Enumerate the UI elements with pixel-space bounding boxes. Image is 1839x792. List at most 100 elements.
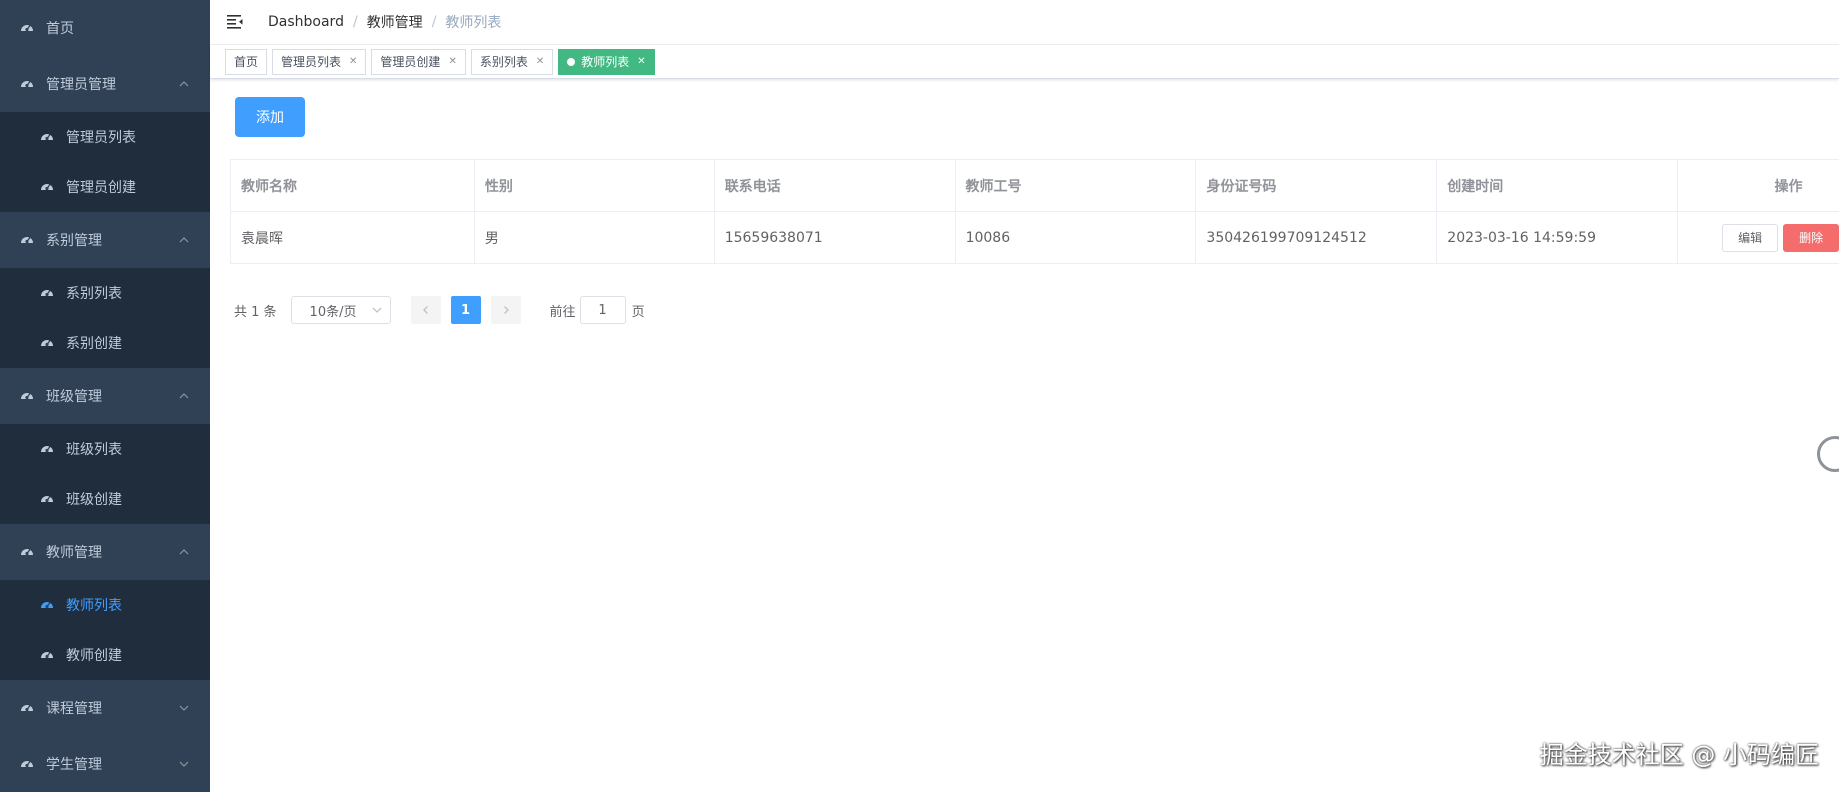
navbar: Dashboard / 教师管理 / 教师列表 [210, 0, 1839, 45]
teacher-table: 教师名称 性别 联系电话 教师工号 身份证号码 创建时间 操作 袁晨晖 男 15… [230, 159, 1839, 264]
watermark: 掘金技术社区 @ 小码编匠 [1539, 741, 1819, 769]
chevron-up-icon [179, 237, 189, 243]
dashboard-icon [21, 393, 33, 400]
chevron-up-icon [179, 81, 189, 87]
submenu-item-6[interactable]: 系别创建 [0, 318, 210, 368]
edit-button[interactable]: 编辑 [1722, 223, 1779, 252]
table-header: 教师名称 性别 联系电话 教师工号 身份证号码 创建时间 操作 [231, 160, 1839, 212]
tag-4[interactable]: 教师列表 ✕ [558, 48, 655, 75]
add-button[interactable]: 添加 [235, 97, 305, 137]
column-header-name: 教师名称 [231, 160, 475, 211]
dashboard-icon [41, 496, 53, 503]
goto-suffix: 页 [631, 304, 645, 320]
close-icon[interactable]: ✕ [637, 56, 645, 67]
tag-label: 首页 [234, 55, 259, 69]
breadcrumb-current: 教师列表 [445, 15, 502, 31]
breadcrumb: Dashboard / 教师管理 / 教师列表 [268, 12, 501, 32]
submenu-item-8[interactable]: 班级列表 [0, 424, 210, 474]
submenu-item-2[interactable]: 管理员列表 [0, 112, 210, 162]
dashboard-icon [21, 25, 33, 32]
column-header-phone: 联系电话 [715, 160, 956, 211]
submenu-item-9[interactable]: 班级创建 [0, 474, 210, 524]
goto-page: 前往 页 [550, 296, 645, 324]
menu-item-label: 系别创建 [66, 336, 122, 352]
tags-view: 首页 管理员列表 ✕ 管理员创建 ✕ 系别列表 ✕ 教师列表 ✕ [210, 45, 1839, 79]
menu-item-label: 系别管理 [46, 233, 102, 249]
column-header-actions: 操作 [1774, 178, 1803, 195]
prev-page-button[interactable] [410, 296, 441, 324]
sidebar: 首页管理员管理管理员列表管理员创建系别管理系别列表系别创建班级管理班级列表班级创… [0, 0, 210, 792]
app: 首页 管理员管理 管理员列表 管理员创建 系别管理 系别列表 系别创建 班级管理 班级列表 班级创… [0, 0, 1839, 792]
page-number-current[interactable]: 1 [450, 296, 481, 324]
dashboard-icon [41, 446, 53, 453]
goto-page-input[interactable] [579, 296, 626, 324]
submenu-item-11[interactable]: 教师列表 [0, 580, 210, 630]
column-header-employee-id: 教师工号 [956, 160, 1197, 211]
menu-item-14[interactable]: 学生管理 [0, 736, 210, 792]
chevron-down-icon [179, 705, 189, 711]
submenu-item-3[interactable]: 管理员创建 [0, 162, 210, 212]
cell-actions: 编辑 删除 [1678, 212, 1839, 263]
menu-item-0[interactable]: 首页 [0, 0, 210, 56]
menu-item-label: 学生管理 [46, 757, 102, 773]
floating-settings-button[interactable] [1817, 436, 1839, 472]
menu-item-label: 班级管理 [46, 389, 102, 405]
cell-employee-id: 10086 [956, 212, 1197, 263]
dashboard-icon [21, 761, 33, 768]
chevron-up-icon [179, 549, 189, 555]
chevron-down-icon [179, 761, 189, 767]
pagination-total: 共 1 条 [234, 304, 277, 320]
table-row: 袁晨晖 男 15659638071 10086 3504261997091245… [231, 212, 1839, 264]
dashboard-icon [41, 602, 53, 609]
submenu-item-5[interactable]: 系别列表 [0, 268, 210, 318]
chevron-left-icon [422, 306, 428, 314]
column-header-created-time: 创建时间 [1437, 160, 1679, 211]
page-size-select[interactable]: 10条/页 [290, 296, 391, 324]
dashboard-icon [41, 340, 53, 347]
menu-item-label: 教师管理 [46, 545, 102, 561]
tag-0[interactable]: 首页 [225, 48, 268, 75]
breadcrumb-teacher-management[interactable]: 教师管理 [367, 12, 423, 32]
dashboard-icon [21, 81, 33, 88]
submenu-item-12[interactable]: 教师创建 [0, 630, 210, 680]
dashboard-icon [21, 237, 33, 244]
page-size-value: 10条/页 [309, 304, 357, 320]
menu-item-1[interactable]: 管理员管理 [0, 56, 210, 112]
menu-item-label: 班级列表 [66, 442, 122, 458]
tag-3[interactable]: 系别列表 ✕ [470, 48, 554, 75]
goto-prefix: 前往 [549, 304, 576, 320]
breadcrumb-dashboard[interactable]: Dashboard [268, 14, 344, 30]
chevron-right-icon [503, 306, 509, 314]
tag-label: 管理员列表 [281, 55, 342, 69]
tag-1[interactable]: 管理员列表 ✕ [272, 48, 367, 75]
next-page-button[interactable] [490, 296, 521, 324]
menu-item-13[interactable]: 课程管理 [0, 680, 210, 736]
menu-item-label: 首页 [46, 21, 74, 37]
close-icon[interactable]: ✕ [448, 56, 456, 67]
dashboard-icon [41, 134, 53, 141]
menu-item-4[interactable]: 系别管理 [0, 212, 210, 268]
chevron-up-icon [179, 393, 189, 399]
menu-item-label: 班级创建 [66, 492, 122, 508]
menu-item-label: 管理员列表 [66, 130, 136, 146]
tag-label: 教师列表 [581, 55, 630, 69]
hamburger-icon[interactable] [227, 14, 243, 30]
main-area: Dashboard / 教师管理 / 教师列表 首页 管理员列表 ✕ 管理员创建 ✕ 系别… [210, 0, 1839, 792]
menu-item-label: 管理员管理 [46, 77, 116, 93]
menu-item-7[interactable]: 班级管理 [0, 368, 210, 424]
menu-item-label: 教师创建 [66, 648, 122, 664]
cell-gender: 男 [475, 212, 715, 263]
tag-2[interactable]: 管理员创建 ✕ [371, 48, 466, 75]
menu-item-label: 课程管理 [46, 701, 102, 717]
delete-button[interactable]: 删除 [1783, 223, 1839, 252]
cell-name: 袁晨晖 [231, 212, 475, 263]
menu-item-10[interactable]: 教师管理 [0, 524, 210, 580]
tag-label: 管理员创建 [380, 55, 441, 69]
dashboard-icon [21, 705, 33, 712]
dashboard-icon [21, 549, 33, 556]
close-icon[interactable]: ✕ [349, 56, 357, 67]
close-icon[interactable]: ✕ [536, 56, 544, 67]
active-dot-icon [567, 57, 576, 66]
tag-label: 系别列表 [479, 55, 528, 69]
column-header-id-number: 身份证号码 [1196, 160, 1438, 211]
